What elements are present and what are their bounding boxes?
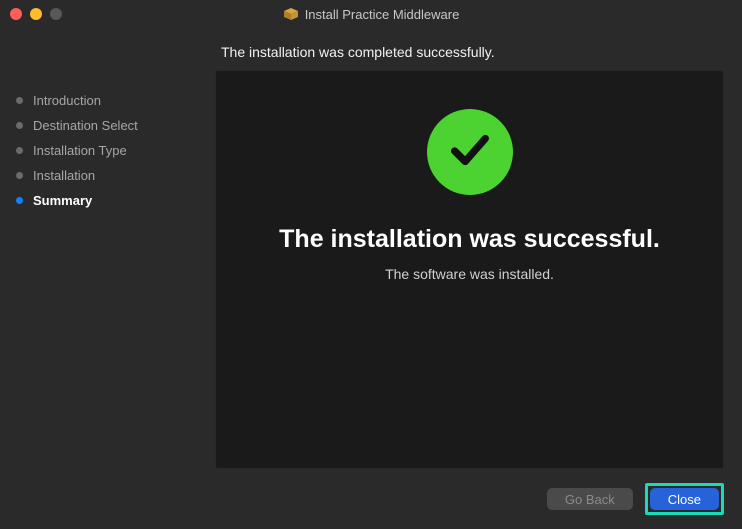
sidebar-item-introduction: Introduction	[16, 88, 205, 113]
panel-subtitle: The software was installed.	[385, 266, 554, 282]
sidebar-item-destination-select: Destination Select	[16, 113, 205, 138]
step-dot-icon	[16, 172, 23, 179]
sidebar-item-label: Summary	[33, 193, 92, 208]
step-dot-icon	[16, 122, 23, 129]
sidebar-item-label: Destination Select	[33, 118, 138, 133]
content-panel: The installation was successful. The sof…	[215, 70, 724, 469]
highlight-annotation: Close	[645, 483, 724, 515]
traffic-lights	[10, 8, 62, 20]
window-title-wrap: Install Practice Middleware	[0, 7, 742, 22]
window-close-button[interactable]	[10, 8, 22, 20]
panel-title: The installation was successful.	[279, 225, 660, 254]
sidebar-item-installation: Installation	[16, 163, 205, 188]
window-minimize-button[interactable]	[30, 8, 42, 20]
go-back-button: Go Back	[547, 488, 633, 510]
sidebar: Introduction Destination Select Installa…	[0, 28, 215, 529]
step-dot-icon	[16, 97, 23, 104]
close-button[interactable]: Close	[650, 488, 719, 510]
content-area: Introduction Destination Select Installa…	[0, 28, 742, 529]
sidebar-item-installation-type: Installation Type	[16, 138, 205, 163]
titlebar: Install Practice Middleware	[0, 0, 742, 28]
sidebar-item-label: Introduction	[33, 93, 101, 108]
step-dot-icon	[16, 197, 23, 204]
window-title: Install Practice Middleware	[305, 7, 460, 22]
sidebar-item-summary: Summary	[16, 188, 205, 213]
sidebar-item-label: Installation Type	[33, 143, 127, 158]
step-dot-icon	[16, 147, 23, 154]
page-heading: The installation was completed successfu…	[215, 40, 724, 70]
package-icon	[283, 8, 299, 20]
main: The installation was completed successfu…	[215, 28, 742, 529]
success-badge	[427, 109, 513, 195]
checkmark-icon	[447, 127, 493, 178]
window-maximize-button	[50, 8, 62, 20]
footer: Go Back Close	[215, 469, 724, 515]
sidebar-item-label: Installation	[33, 168, 95, 183]
